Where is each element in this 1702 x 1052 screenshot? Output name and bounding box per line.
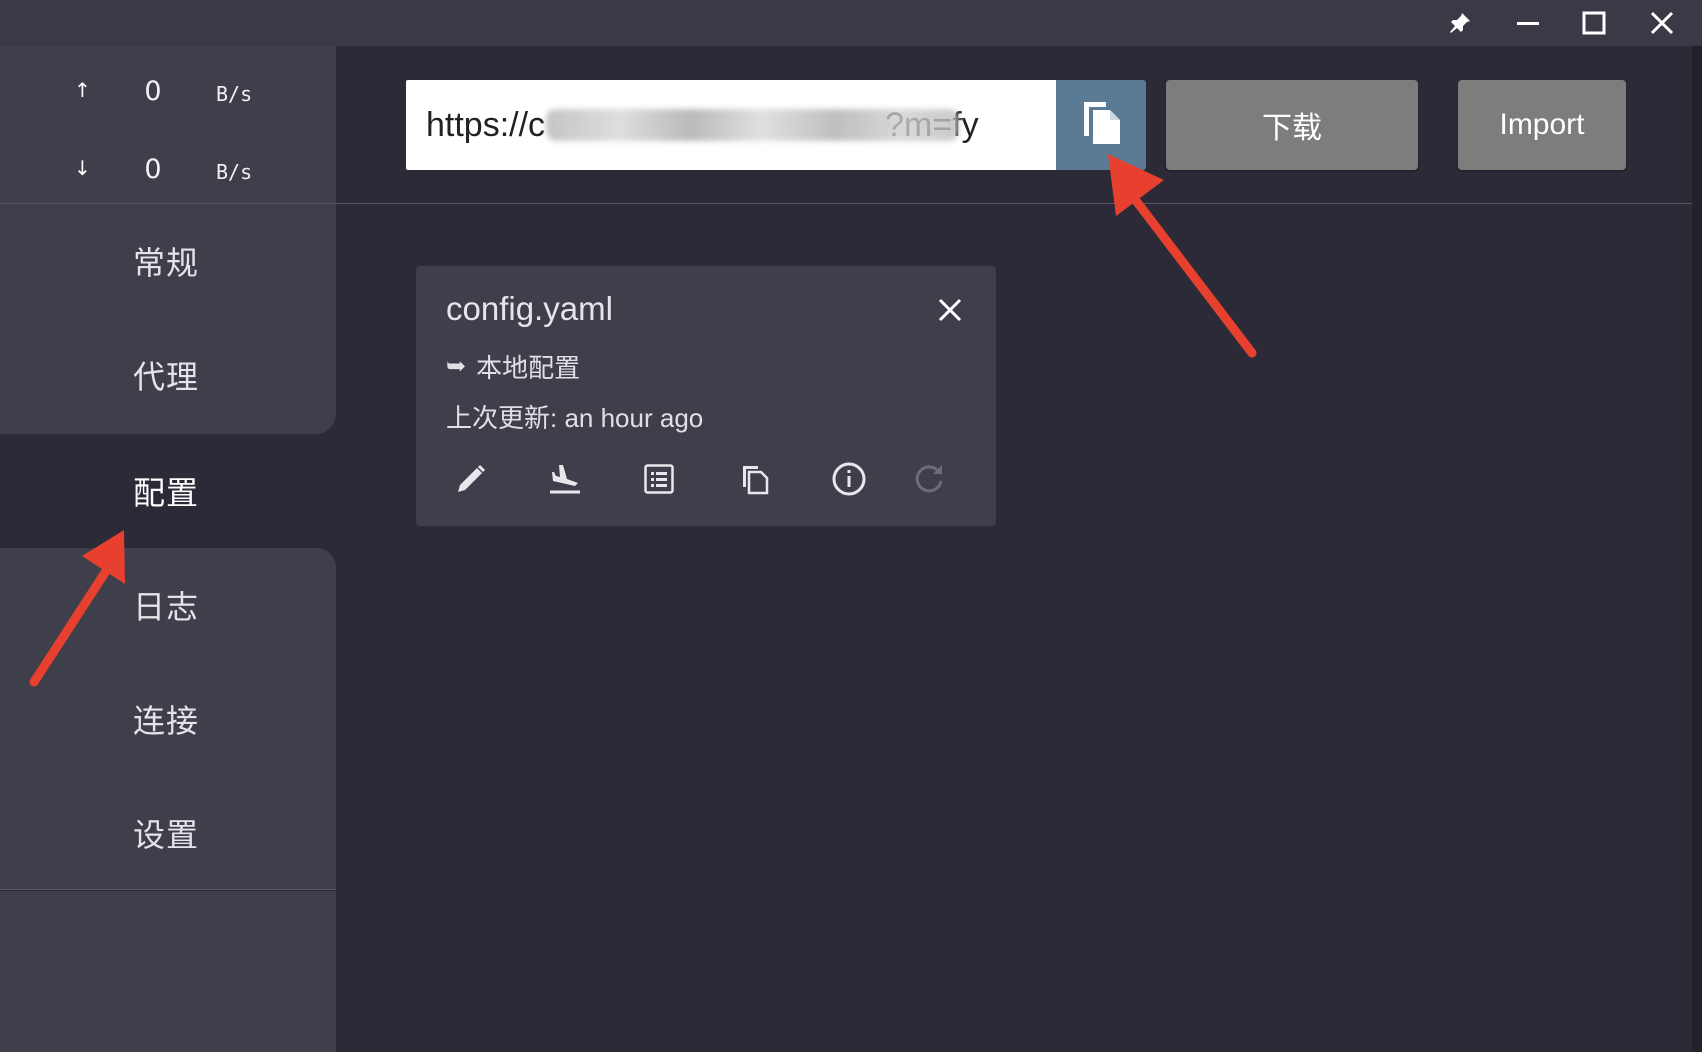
close-icon <box>937 297 963 328</box>
upload-unit: B/s <box>216 82 253 106</box>
download-arrow-icon: ↓ <box>74 156 91 180</box>
rules-icon <box>643 463 675 500</box>
refresh-button[interactable] <box>900 452 958 510</box>
sidebar-item-proxy[interactable]: 代理 <box>0 318 336 432</box>
share-arrow-icon: ➥ <box>446 352 467 380</box>
upload-arrow-icon: ↑ <box>74 78 91 102</box>
nav-group-bottom: 日志 连接 设置 <box>0 548 336 890</box>
minimize-icon <box>1515 10 1541 36</box>
download-speed: ↓ 0 B/s <box>0 150 336 190</box>
profile-type: ➥ 本地配置 <box>446 348 580 384</box>
minimize-button[interactable] <box>1500 0 1556 46</box>
profile-toolbar: 下载 Import <box>336 46 1702 204</box>
copy-icon <box>739 462 771 501</box>
title-bar <box>0 0 1702 46</box>
traffic-panel: ↑ 0 B/s ↓ 0 B/s <box>0 46 336 204</box>
pin-button[interactable] <box>1432 0 1488 46</box>
profile-actions <box>416 452 996 510</box>
upload-value: 0 <box>144 76 162 107</box>
rules-button[interactable] <box>630 452 688 510</box>
sidebar-item-general[interactable]: 常规 <box>0 204 336 318</box>
sidebar-footer <box>0 891 336 1052</box>
info-button[interactable] <box>820 452 878 510</box>
profile-updated: 上次更新: an hour ago <box>446 402 704 433</box>
delete-profile-button[interactable] <box>926 288 974 336</box>
nav-group-top: 常规 代理 <box>0 204 336 434</box>
info-icon <box>831 461 867 502</box>
nav-active-slot: 配置 <box>0 434 336 548</box>
download-button[interactable]: 下载 <box>1166 80 1418 170</box>
copy-button[interactable] <box>726 452 784 510</box>
profile-name: config.yaml <box>446 290 613 327</box>
sidebar-item-connections[interactable]: 连接 <box>0 662 336 776</box>
download-value: 0 <box>144 154 162 185</box>
parse-button[interactable] <box>536 452 594 510</box>
maximize-icon <box>1581 10 1607 36</box>
sidebar-item-logs[interactable]: 日志 <box>0 548 336 662</box>
subscription-url-input[interactable] <box>406 80 1056 170</box>
upload-speed: ↑ 0 B/s <box>0 72 336 112</box>
edit-icon <box>454 462 488 501</box>
sidebar-item-settings[interactable]: 设置 <box>0 776 336 890</box>
profile-type-label: 本地配置 <box>476 352 581 383</box>
sidebar-item-profiles[interactable]: 配置 <box>0 434 336 548</box>
download-unit: B/s <box>216 160 253 184</box>
edit-button[interactable] <box>442 452 500 510</box>
refresh-icon <box>912 462 946 501</box>
app-window: ↑ 0 B/s ↓ 0 B/s 常规 代理 配置 日志 连接 设置 https:… <box>0 0 1702 1052</box>
profile-card[interactable]: config.yaml ➥ 本地配置 上次更新: an hour ago <box>416 266 996 526</box>
import-button[interactable]: Import <box>1458 80 1626 170</box>
paste-button[interactable] <box>1056 80 1146 170</box>
maximize-button[interactable] <box>1566 0 1622 46</box>
sidebar: ↑ 0 B/s ↓ 0 B/s 常规 代理 配置 日志 连接 设置 <box>0 46 336 1052</box>
pin-icon <box>1448 11 1472 35</box>
parse-icon <box>547 462 583 501</box>
scrollbar-track[interactable] <box>1692 46 1702 1052</box>
close-window-button[interactable] <box>1634 0 1690 46</box>
close-icon <box>1649 10 1675 36</box>
paste-icon <box>1078 98 1124 153</box>
